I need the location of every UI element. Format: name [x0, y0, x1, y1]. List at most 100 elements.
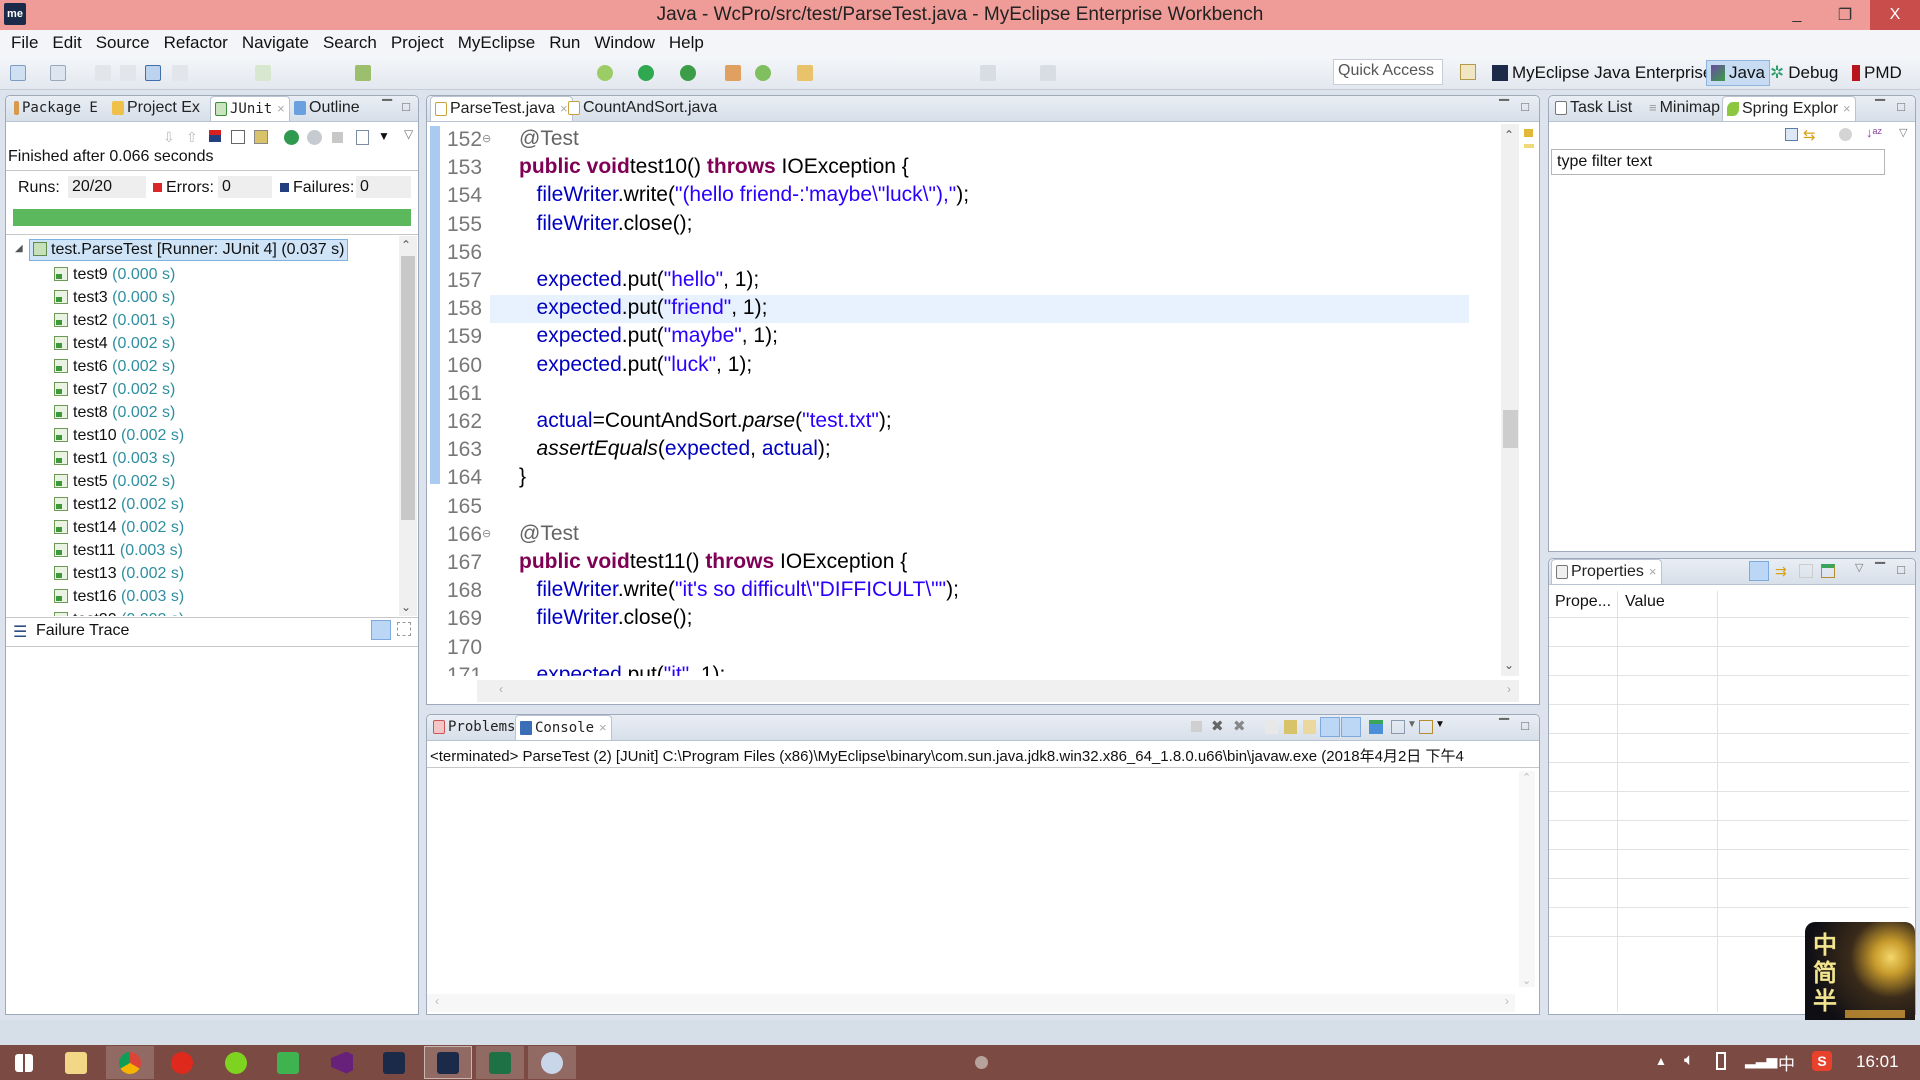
console-vertical-scrollbar[interactable]: ⌃ ⌄: [1519, 771, 1535, 987]
tab-package-explorer[interactable]: Package E: [10, 96, 102, 120]
menu-edit[interactable]: Edit: [49, 30, 84, 56]
maximize-view-icon[interactable]: □: [1897, 562, 1905, 577]
taskbar-paint[interactable]: [528, 1046, 576, 1079]
perspective-myeclipse-java-enterprise[interactable]: MyEclipse Java Enterprise: [1488, 60, 1716, 86]
close-tab-icon[interactable]: ×: [277, 97, 285, 121]
minimize-view-icon[interactable]: ▔: [382, 99, 392, 115]
display-console-dropdown-icon[interactable]: ▼: [1407, 719, 1417, 730]
run-icon[interactable]: [638, 65, 654, 81]
open-folder-icon[interactable]: [797, 65, 813, 81]
taskbar-file-explorer[interactable]: [52, 1046, 100, 1079]
menu-search[interactable]: Search: [320, 30, 380, 56]
taskbar-app-green[interactable]: [212, 1046, 260, 1079]
open-perspective-icon[interactable]: [1460, 64, 1476, 80]
taskbar-netease-music[interactable]: [158, 1046, 206, 1079]
new-project-icon[interactable]: [50, 65, 66, 81]
menu-refactor[interactable]: Refactor: [161, 30, 231, 56]
test-row[interactable]: test1 (0.003 s): [54, 447, 175, 470]
close-tab-icon[interactable]: ×: [1649, 560, 1657, 584]
previous-failure-icon[interactable]: ⇧: [186, 129, 198, 146]
tab-task-list[interactable]: Task List: [1551, 96, 1636, 120]
menu-project[interactable]: Project: [388, 30, 447, 56]
minimize-view-icon[interactable]: ▔: [1875, 562, 1885, 578]
pin-properties-icon[interactable]: [1821, 564, 1835, 578]
scroll-right-icon[interactable]: ›: [1507, 682, 1511, 696]
history-icon[interactable]: [254, 130, 268, 144]
back-icon[interactable]: [980, 65, 996, 81]
code-line[interactable]: public voidtest11() throws IOException {: [519, 550, 907, 574]
minimize-button[interactable]: _: [1774, 0, 1820, 30]
overview-marker-warning[interactable]: [1524, 129, 1533, 137]
scroll-up-icon[interactable]: ⌃: [1504, 128, 1514, 142]
column-header-property[interactable]: Prope...: [1555, 593, 1611, 611]
code-line[interactable]: expected.put("friend", 1);: [519, 296, 768, 320]
test-row[interactable]: test2 (0.001 s): [54, 309, 175, 332]
sogou-ime-icon[interactable]: S: [1812, 1051, 1832, 1071]
filter-input[interactable]: type filter text: [1551, 149, 1885, 175]
test-row[interactable]: test7 (0.002 s): [54, 378, 175, 401]
test-run-history-icon[interactable]: [356, 130, 369, 145]
cut-icon[interactable]: [172, 65, 188, 81]
stop-icon[interactable]: [332, 132, 343, 143]
scroll-lock-icon[interactable]: [231, 130, 245, 144]
server-icon[interactable]: [725, 65, 741, 81]
word-wrap-icon[interactable]: [1303, 720, 1316, 734]
new-class-icon[interactable]: [755, 65, 771, 81]
display-console-icon[interactable]: [1391, 720, 1405, 734]
scroll-down-icon[interactable]: ⌄: [1504, 658, 1514, 672]
code-line[interactable]: @Test: [519, 522, 579, 546]
collapse-arrow-icon[interactable]: ◢: [15, 243, 23, 254]
sort-alpha-icon[interactable]: ↓ᵃᶻ: [1866, 125, 1882, 140]
tab-project-explorer[interactable]: Project Ex: [108, 96, 204, 120]
tab-parsetest-java[interactable]: ParseTest.java ×: [430, 96, 573, 121]
taskbar-visual-studio[interactable]: [318, 1046, 366, 1079]
battery-icon[interactable]: [1716, 1052, 1726, 1070]
code-line[interactable]: public voidtest10() throws IOException {: [519, 155, 909, 179]
editor-vertical-scrollbar[interactable]: ⌃ ⌄: [1501, 124, 1519, 676]
test-row[interactable]: test5 (0.002 s): [54, 470, 175, 493]
code-line[interactable]: expected.put("hello", 1);: [519, 268, 760, 292]
column-header-value[interactable]: Value: [1625, 593, 1665, 611]
perspective-debug[interactable]: ✲ Debug: [1766, 60, 1842, 86]
refresh-icon[interactable]: [1839, 128, 1852, 141]
test-suite-root[interactable]: test.ParseTest [Runner: JUnit 4] (0.037 …: [29, 239, 349, 261]
menu-run[interactable]: Run: [546, 30, 583, 56]
show-failures-only-icon[interactable]: [209, 130, 221, 142]
tab-minimap[interactable]: ≡ Minimap: [1645, 96, 1724, 120]
perspective-java[interactable]: Java: [1706, 60, 1770, 86]
code-line[interactable]: actual=CountAndSort.parse("test.txt");: [519, 409, 892, 433]
taskbar-excel[interactable]: [476, 1046, 524, 1079]
tab-countandsort-java[interactable]: CountAndSort.java: [564, 96, 721, 120]
console-output[interactable]: [427, 768, 1517, 988]
open-console-icon[interactable]: [1419, 720, 1433, 734]
start-button[interactable]: [0, 1046, 48, 1079]
grid-icon[interactable]: [355, 65, 371, 81]
taskbar-app-qq[interactable]: [264, 1046, 312, 1079]
tab-properties[interactable]: Properties ×: [1551, 559, 1662, 584]
view-options-icon[interactable]: ▽: [404, 127, 413, 141]
test-row[interactable]: test4 (0.002 s): [54, 332, 175, 355]
show-hidden-icons[interactable]: ▲: [1655, 1054, 1667, 1068]
show-on-stderr-icon[interactable]: [1341, 717, 1361, 737]
save-all-icon[interactable]: [120, 65, 136, 81]
minimize-view-icon[interactable]: ▔: [1499, 99, 1509, 115]
perspective-pmd[interactable]: PMD: [1848, 60, 1906, 86]
close-tab-icon[interactable]: ×: [1843, 97, 1851, 121]
debug-icon[interactable]: [597, 65, 613, 81]
remove-launch-icon[interactable]: ✖: [1211, 717, 1224, 735]
close-button[interactable]: X: [1870, 0, 1920, 30]
maximize-view-icon[interactable]: □: [402, 99, 410, 114]
code-area[interactable]: 152 ⊖ @Test 153 public voidtest10() throws I…: [427, 124, 1507, 676]
scroll-left-icon[interactable]: ‹: [499, 682, 503, 696]
code-line[interactable]: fileWriter.close();: [519, 212, 693, 236]
test-row[interactable]: test11 (0.003 s): [54, 539, 183, 562]
code-line[interactable]: fileWriter.write("(hello friend-:'maybe\…: [519, 183, 970, 207]
test-row[interactable]: test3 (0.000 s): [54, 286, 175, 309]
maximize-view-icon[interactable]: □: [1521, 718, 1529, 733]
scroll-down-icon[interactable]: ⌄: [1522, 974, 1531, 987]
terminate-icon[interactable]: [1191, 721, 1202, 732]
scroll-left-icon[interactable]: ‹: [435, 994, 439, 1008]
volume-icon[interactable]: 🔈︎: [1684, 1050, 1694, 1070]
link-with-editor-icon[interactable]: ⇆: [1803, 126, 1816, 144]
menu-window[interactable]: Window: [591, 30, 657, 56]
